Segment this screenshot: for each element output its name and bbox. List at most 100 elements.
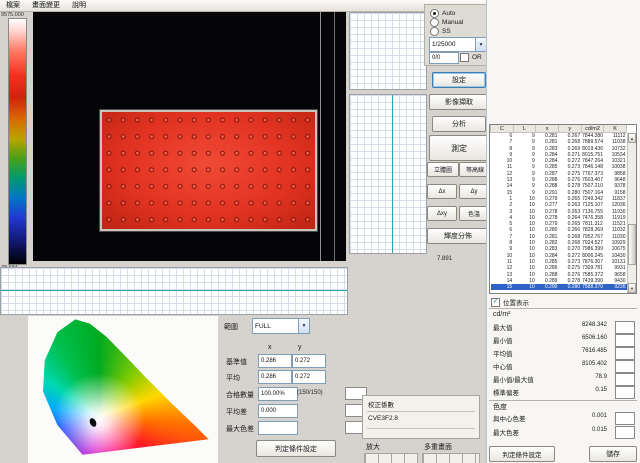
chevron-down-icon[interactable]: ▼ xyxy=(475,38,486,51)
chroma-indicator-box xyxy=(615,412,635,425)
scrollbar-thumb[interactable] xyxy=(628,224,636,265)
stat-label: 平均值 xyxy=(493,348,513,358)
or-checkbox[interactable]: OR xyxy=(460,53,482,62)
radio-manual-label: Manual xyxy=(442,19,463,26)
stat-indicator-box xyxy=(615,334,635,347)
colorbar xyxy=(8,18,27,265)
stat-indicator-box xyxy=(615,360,635,373)
table-header-cell[interactable]: y xyxy=(558,125,581,133)
radio-manual[interactable]: Manual xyxy=(430,18,463,27)
luminance-dist-button[interactable]: 輝度分佈 xyxy=(427,228,489,244)
or-checkbox-box xyxy=(460,53,469,62)
judge-condition-button[interactable]: 判定條件設定 xyxy=(256,440,336,457)
shutter-dropdown[interactable]: 1/25000 ▼ xyxy=(429,37,487,52)
profile-center-line-v xyxy=(392,95,393,253)
scroll-down-icon[interactable]: ▼ xyxy=(628,283,636,293)
table-scrollbar[interactable]: ▲ ▼ xyxy=(627,133,636,293)
analyze-button[interactable]: 分析 xyxy=(432,116,486,132)
stat-value: 8248.342 xyxy=(582,322,607,328)
capture-button[interactable]: 影像擷取 xyxy=(429,94,489,110)
average-y-field: 0.272 xyxy=(292,370,326,384)
chroma-indicator-box xyxy=(615,426,635,439)
zoom-section-label: 放大 xyxy=(366,442,380,452)
col-header-x: x xyxy=(268,344,272,351)
range-label: 範圍 xyxy=(224,322,238,332)
zoom-buttons-strip[interactable] xyxy=(364,453,418,463)
profile-grid-horizontal xyxy=(0,267,348,315)
color-temp-button[interactable]: 色溫 xyxy=(459,206,489,221)
measurement-image-canvas[interactable] xyxy=(33,12,346,261)
profile-grid-top xyxy=(349,12,427,90)
cie-horseshoe xyxy=(34,318,214,459)
reference-y-field[interactable]: 0.272 xyxy=(292,354,326,368)
scroll-up-icon[interactable]: ▲ xyxy=(628,133,636,143)
average-x-field: 0.286 xyxy=(258,370,292,384)
delta-xy-button[interactable]: Δxy xyxy=(427,206,457,221)
profile-center-line-h xyxy=(1,290,347,291)
chevron-down-icon[interactable]: ▼ xyxy=(298,319,309,333)
divider xyxy=(367,411,475,412)
app-window: 檔案 畫面變更 說明 9575.000 78.684 7.891 範圍 FULL… xyxy=(0,0,640,463)
position-display-label: 位置表示 xyxy=(503,297,529,307)
judge-condition-button-right[interactable]: 判定條件設定 xyxy=(489,446,555,462)
stereo-button[interactable]: 立體圖 xyxy=(427,162,459,177)
table-header-cell[interactable]: cd/m2 xyxy=(581,125,604,133)
table-header-cell[interactable]: K xyxy=(604,125,627,133)
settings-button[interactable]: 設定 xyxy=(432,72,486,88)
divider xyxy=(489,308,637,309)
stat-value: 7616.485 xyxy=(582,348,607,354)
stat-label: 中心值 xyxy=(493,361,513,371)
radio-auto-label: Auto xyxy=(442,10,455,17)
stat-label: 與中心色差 xyxy=(493,413,526,423)
chroma-section-title: 色度 xyxy=(493,402,507,412)
exposure-group: Auto Manual SS 1/25000 ▼ 0/0 OR xyxy=(424,4,488,66)
table-header-cell[interactable]: x xyxy=(536,125,559,133)
delta-y-button[interactable]: Δy xyxy=(459,184,489,199)
cursor-line-1[interactable] xyxy=(320,12,321,261)
radio-ss-label: SS xyxy=(442,28,451,35)
measure-button[interactable]: 測定 xyxy=(429,135,489,161)
multiscreen-buttons-strip[interactable] xyxy=(422,453,480,463)
max-diff-label: 最大色差 xyxy=(226,424,254,434)
stat-value: 0.001 xyxy=(592,413,607,419)
range-dropdown-value: FULL xyxy=(255,323,271,330)
cursor-line-2[interactable] xyxy=(334,12,335,261)
delta-x-button[interactable]: Δx xyxy=(427,184,457,199)
calibration-group: 校正係數 CVE3F2.8 xyxy=(362,395,480,439)
stat-row-center: 中心值 8105.402 xyxy=(491,360,639,372)
avg-diff-label: 平均差 xyxy=(226,407,247,417)
stat-value: 8105.402 xyxy=(582,361,607,367)
menu-view-change[interactable]: 畫面變更 xyxy=(26,0,66,11)
avg-diff-field: 0.000 xyxy=(258,404,298,418)
radio-ss[interactable]: SS xyxy=(430,27,451,36)
reference-x-field[interactable]: 0.286 xyxy=(258,354,292,368)
position-display-checkbox[interactable]: ✓ 位置表示 xyxy=(491,297,529,307)
chroma-row-center-diff: 與中心色差 0.001 xyxy=(491,412,639,424)
radio-auto[interactable]: Auto xyxy=(430,9,455,18)
table-row[interactable]: 690.2810.2677844.38011112 xyxy=(491,133,627,140)
radio-ss-dot xyxy=(430,27,439,36)
save-button[interactable]: 儲存 xyxy=(589,446,637,462)
menu-help[interactable]: 說明 xyxy=(66,0,92,11)
table-row[interactable]: 15100.2900.2807588.3709236 xyxy=(491,284,627,290)
pass-count-label: 合格數量 xyxy=(226,390,254,400)
stat-row-avg: 平均值 7616.485 xyxy=(491,347,639,359)
measured-display-image[interactable] xyxy=(100,110,317,231)
shutter-value: 1/25000 xyxy=(432,41,456,48)
stat-label: 標準偏差 xyxy=(493,387,519,397)
pass-percent-field: 100.00% xyxy=(258,387,298,401)
calibration-value: CVE3F2.8 xyxy=(368,415,398,422)
table-header-cell[interactable]: C xyxy=(491,125,514,133)
position-display-check: ✓ xyxy=(491,298,500,307)
stat-indicator-box xyxy=(615,321,635,334)
range-dropdown[interactable]: FULL ▼ xyxy=(252,318,310,334)
menu-file[interactable]: 檔案 xyxy=(0,0,26,11)
reference-label: 基準值 xyxy=(226,357,247,367)
stat-indicator-box xyxy=(615,386,635,399)
stat-row-stddev: 標準偏差 0.15 xyxy=(491,386,639,398)
table-header-cell[interactable]: L xyxy=(513,125,536,133)
stats-unit-label: cd/m² xyxy=(493,311,511,318)
stat-value: 0.15 xyxy=(595,387,607,393)
stat-value: 78.9 xyxy=(595,374,607,380)
divider xyxy=(367,428,475,429)
